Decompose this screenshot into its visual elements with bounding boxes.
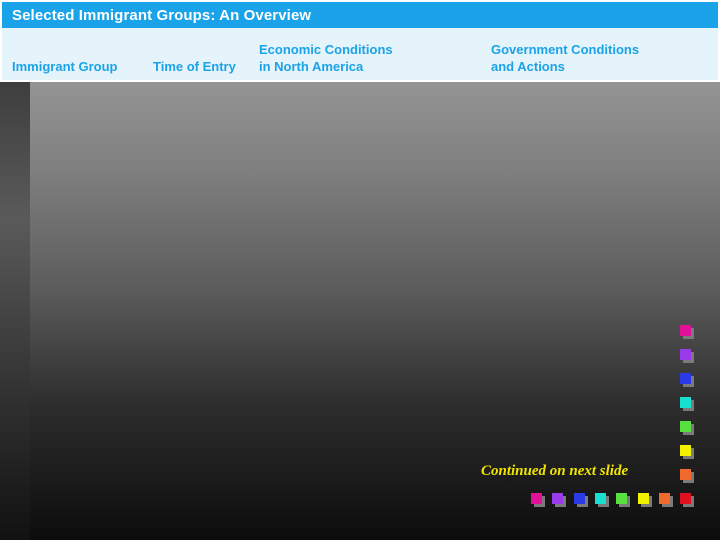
decor-square — [637, 493, 649, 504]
header-time-of-entry: Time of Entry — [153, 58, 236, 75]
table-header: Immigrant Group Time of Entry Economic C… — [2, 28, 718, 80]
decor-square — [531, 493, 542, 504]
decor-square — [680, 445, 691, 456]
title-bar: Selected Immigrant Groups: An Overview — [2, 2, 718, 28]
header-line: in North America — [259, 59, 364, 74]
header-economic-conditions: Economic Conditions in North America — [259, 41, 393, 75]
decor-square — [680, 421, 691, 432]
decor-square — [594, 493, 606, 504]
decor-square — [680, 349, 691, 360]
slide-title: Selected Immigrant Groups: An Overview — [12, 7, 312, 24]
decor-square — [552, 493, 564, 504]
header-line: Immigrant Group — [12, 59, 118, 74]
header-government-conditions: Government Conditions and Actions — [491, 41, 639, 75]
continued-note: Continued on next slide — [481, 463, 629, 479]
left-shadow-strip — [0, 82, 30, 540]
decor-square — [658, 493, 670, 504]
decor-square — [573, 493, 585, 504]
header-line: and Actions — [491, 59, 565, 74]
decor-square — [680, 325, 691, 336]
slide: Selected Immigrant Groups: An Overview I… — [0, 0, 720, 540]
header-line: Time of Entry — [153, 59, 236, 74]
decor-square — [680, 373, 691, 384]
decor-square — [680, 493, 692, 504]
decor-square — [680, 397, 691, 408]
header-line: Government Conditions — [491, 42, 640, 57]
decor-square — [680, 469, 691, 480]
decor-square — [616, 493, 628, 504]
header-immigrant-group: Immigrant Group — [12, 58, 117, 75]
header-line: Economic Conditions — [259, 42, 393, 57]
